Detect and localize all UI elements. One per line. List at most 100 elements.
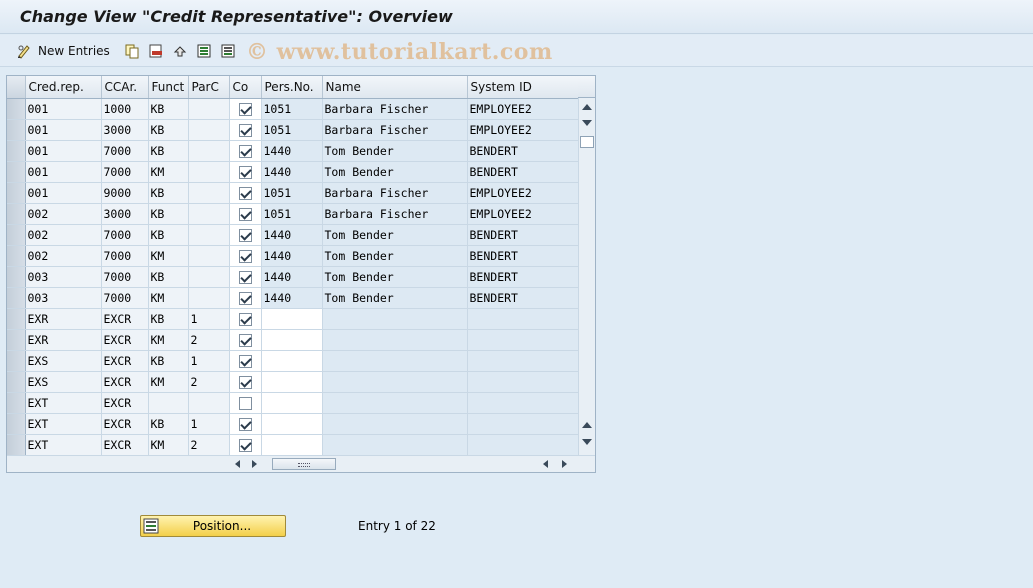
cell-co[interactable] — [229, 371, 262, 393]
confirmation-checkbox[interactable] — [238, 270, 252, 284]
cell-system-id[interactable]: BENDERT — [467, 245, 579, 267]
page-left-arrow-icon[interactable] — [543, 460, 548, 468]
cell-pers-no[interactable]: 1440 — [261, 245, 323, 267]
cell-co[interactable] — [229, 182, 262, 204]
cell-name[interactable]: Tom Bender — [322, 266, 468, 288]
cell-system-id[interactable]: EMPLOYEE2 — [467, 98, 579, 120]
horizontal-scrollbar[interactable] — [7, 455, 595, 472]
cell-pers-no[interactable] — [261, 392, 323, 414]
delete-button[interactable] — [148, 41, 164, 61]
cell-name[interactable]: Tom Bender — [322, 245, 468, 267]
confirmation-checkbox[interactable] — [238, 396, 252, 410]
table-row[interactable]: 001 7000 KB 1440 Tom Bender BENDERT — [7, 140, 579, 162]
table-row[interactable]: EXT EXCR — [7, 392, 579, 414]
table-row[interactable]: 001 7000 KM 1440 Tom Bender BENDERT — [7, 161, 579, 183]
row-selector[interactable] — [7, 224, 26, 246]
column-header-pers-no[interactable]: Pers.No. — [261, 76, 323, 99]
cell-system-id[interactable] — [467, 350, 579, 372]
cell-pers-no[interactable] — [261, 434, 323, 456]
scroll-right-arrow-icon[interactable] — [252, 460, 257, 468]
cell-name[interactable]: Barbara Fischer — [322, 182, 468, 204]
page-right-arrow-icon[interactable] — [562, 460, 567, 468]
cell-name[interactable]: Tom Bender — [322, 287, 468, 309]
row-selector[interactable] — [7, 266, 26, 288]
vertical-scroll-thumb[interactable] — [580, 136, 594, 148]
cell-name[interactable]: Tom Bender — [322, 224, 468, 246]
cell-pers-no[interactable]: 1051 — [261, 98, 323, 120]
table-row[interactable]: 001 1000 KB 1051 Barbara Fischer EMPLOYEE2 — [7, 98, 579, 120]
cell-system-id[interactable]: BENDERT — [467, 161, 579, 183]
copy-button[interactable] — [124, 41, 140, 61]
confirmation-checkbox[interactable] — [238, 249, 252, 263]
table-row[interactable]: 002 7000 KB 1440 Tom Bender BENDERT — [7, 224, 579, 246]
cell-co[interactable] — [229, 98, 262, 120]
table-row[interactable]: EXT EXCR KB 1 — [7, 413, 579, 435]
cell-co[interactable] — [229, 350, 262, 372]
confirmation-checkbox[interactable] — [238, 228, 252, 242]
cell-name[interactable]: Tom Bender — [322, 140, 468, 162]
row-selector[interactable] — [7, 140, 26, 162]
cell-pers-no[interactable] — [261, 308, 323, 330]
table-row[interactable]: EXS EXCR KB 1 — [7, 350, 579, 372]
column-header-cred-rep[interactable]: Cred.rep. — [25, 76, 102, 99]
column-settings-button[interactable] — [578, 76, 595, 98]
table-row[interactable]: EXT EXCR KM 2 — [7, 434, 579, 456]
cell-system-id[interactable]: BENDERT — [467, 287, 579, 309]
row-selector[interactable] — [7, 182, 26, 204]
cell-system-id[interactable]: BENDERT — [467, 266, 579, 288]
scroll-down-arrow-icon[interactable] — [582, 120, 592, 126]
undo-button[interactable] — [172, 41, 188, 61]
cell-co[interactable] — [229, 392, 262, 414]
column-header-ccar[interactable]: CCAr. — [101, 76, 149, 99]
confirmation-checkbox[interactable] — [238, 438, 252, 452]
cell-co[interactable] — [229, 329, 262, 351]
cell-name[interactable] — [322, 329, 468, 351]
cell-pers-no[interactable]: 1440 — [261, 224, 323, 246]
cell-system-id[interactable] — [467, 329, 579, 351]
cell-system-id[interactable]: EMPLOYEE2 — [467, 182, 579, 204]
cell-pers-no[interactable]: 1440 — [261, 140, 323, 162]
row-selector[interactable] — [7, 119, 26, 141]
vertical-scrollbar[interactable] — [578, 98, 595, 455]
cell-system-id[interactable] — [467, 413, 579, 435]
cell-system-id[interactable]: EMPLOYEE2 — [467, 119, 579, 141]
table-row[interactable]: 002 7000 KM 1440 Tom Bender BENDERT — [7, 245, 579, 267]
position-button[interactable]: Position... — [140, 515, 286, 537]
cell-co[interactable] — [229, 245, 262, 267]
table-row[interactable]: EXR EXCR KM 2 — [7, 329, 579, 351]
select-all-button[interactable] — [196, 41, 212, 61]
cell-pers-no[interactable]: 1051 — [261, 182, 323, 204]
cell-system-id[interactable] — [467, 308, 579, 330]
row-selector[interactable] — [7, 203, 26, 225]
confirmation-checkbox[interactable] — [238, 291, 252, 305]
row-selector[interactable] — [7, 329, 26, 351]
row-selector[interactable] — [7, 98, 26, 120]
confirmation-checkbox[interactable] — [238, 186, 252, 200]
table-row[interactable]: EXR EXCR KB 1 — [7, 308, 579, 330]
cell-name[interactable] — [322, 350, 468, 372]
cell-system-id[interactable] — [467, 392, 579, 414]
horizontal-scroll-thumb[interactable] — [272, 458, 336, 470]
column-header-parc[interactable]: ParC — [188, 76, 230, 99]
scroll-up-arrow-icon[interactable] — [582, 104, 592, 110]
cell-pers-no[interactable]: 1440 — [261, 287, 323, 309]
row-selector[interactable] — [7, 434, 26, 456]
cell-pers-no[interactable]: 1051 — [261, 119, 323, 141]
confirmation-checkbox[interactable] — [238, 144, 252, 158]
cell-system-id[interactable]: EMPLOYEE2 — [467, 203, 579, 225]
confirmation-checkbox[interactable] — [238, 333, 252, 347]
deselect-button[interactable] — [220, 41, 236, 61]
cell-system-id[interactable] — [467, 434, 579, 456]
scroll-left-arrow-icon[interactable] — [235, 460, 240, 468]
table-row[interactable]: 001 9000 KB 1051 Barbara Fischer EMPLOYEE2 — [7, 182, 579, 204]
table-row[interactable]: 003 7000 KB 1440 Tom Bender BENDERT — [7, 266, 579, 288]
column-header-system-id[interactable]: System ID — [467, 76, 579, 99]
cell-pers-no[interactable] — [261, 413, 323, 435]
row-selector[interactable] — [7, 308, 26, 330]
cell-pers-no[interactable] — [261, 350, 323, 372]
select-all-rows-cell[interactable] — [7, 76, 26, 99]
cell-co[interactable] — [229, 287, 262, 309]
cell-co[interactable] — [229, 140, 262, 162]
column-header-co[interactable]: Co — [229, 76, 262, 99]
cell-co[interactable] — [229, 266, 262, 288]
